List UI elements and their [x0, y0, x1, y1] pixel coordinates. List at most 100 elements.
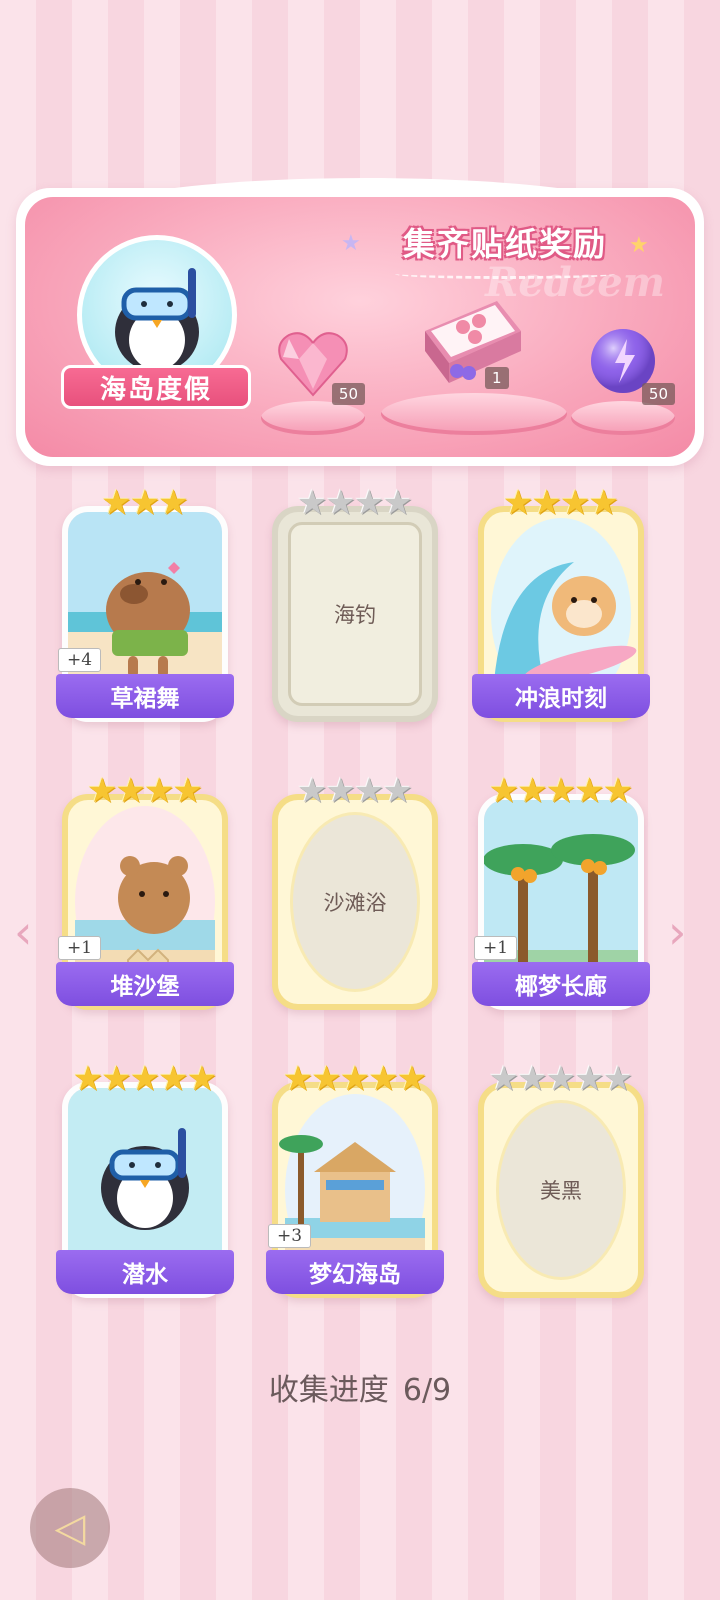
sticker-card-locked[interactable]: ★ ★ ★ ★ ★ 美黑: [478, 1062, 644, 1298]
card-name: 潜水: [122, 1261, 168, 1288]
star-empty-icon: ★: [574, 1059, 605, 1099]
star-empty-icon: ★: [354, 483, 385, 523]
star-filled-icon: ★: [282, 1059, 314, 1099]
star-filled-icon: ★: [488, 771, 520, 811]
card-name: 草裙舞: [110, 685, 180, 712]
star-filled-icon: ★: [115, 771, 146, 811]
locked-card-name: 沙滩浴: [323, 891, 387, 915]
card-name-label: 草裙舞: [56, 674, 234, 718]
locked-card-name: 美黑: [540, 1179, 582, 1203]
reward-heart-gem[interactable]: 50: [261, 315, 365, 435]
duplicate-count-badge: +1: [474, 936, 518, 960]
duplicate-count-badge: +4: [58, 648, 102, 672]
back-arrow-icon: ◁: [54, 1505, 86, 1551]
banner-title-underline: [395, 269, 615, 279]
sticker-card[interactable]: ★ ★ ★ +4 草裙舞: [56, 486, 234, 722]
banner-inner: Redeem ★ ★ 集齐贴纸奖励 海岛度假 50 1 50: [25, 197, 695, 457]
star-empty-icon: ★: [297, 483, 328, 523]
star-filled-icon: ★: [101, 1059, 132, 1099]
star-rating: ★ ★ ★ ★ ★: [478, 774, 644, 808]
star-rating: ★ ★ ★ ★: [272, 486, 438, 520]
star-rating: ★ ★ ★ ★ ★: [478, 1062, 644, 1096]
sticker-card[interactable]: ★ ★ ★ ★ ★ 潜水: [56, 1062, 234, 1298]
star-filled-icon: ★: [186, 1059, 218, 1099]
star-filled-icon: ★: [158, 1059, 189, 1099]
card-name: 梦幻海岛: [309, 1261, 401, 1288]
locked-slot: 海钓: [288, 522, 422, 706]
star-rating: ★ ★ ★ ★ ★: [62, 1062, 228, 1096]
star-filled-icon: ★: [101, 483, 132, 523]
star-empty-icon: ★: [517, 1059, 548, 1099]
progress-label: 收集进度: [268, 1373, 389, 1408]
star-filled-icon: ★: [503, 483, 534, 523]
card-name-label: 堆沙堡: [56, 962, 234, 1006]
duplicate-count-badge: +3: [268, 1224, 312, 1248]
banner-title-wrap: 集齐贴纸奖励: [355, 217, 655, 267]
star-rating: ★ ★ ★ ★ ★: [272, 1062, 438, 1096]
reward-gift-box[interactable]: 1: [381, 285, 567, 435]
banner-title: 集齐贴纸奖励: [402, 225, 607, 263]
star-filled-icon: ★: [129, 1059, 161, 1099]
star-empty-icon: ★: [325, 771, 356, 811]
star-filled-icon: ★: [560, 483, 591, 523]
reward-banner: Redeem ★ ★ 集齐贴纸奖励 海岛度假 50 1 50: [16, 178, 704, 466]
star-filled-icon: ★: [311, 1059, 342, 1099]
star-filled-icon: ★: [144, 771, 175, 811]
card-name: 椰梦长廊: [515, 973, 607, 1000]
gift-box-icon: [425, 301, 521, 383]
sticker-card-locked[interactable]: ★ ★ ★ ★ 沙滩浴: [272, 774, 438, 1010]
star-rating: ★ ★ ★ ★: [62, 774, 228, 808]
reward-count: 1: [485, 367, 509, 389]
star-empty-icon: ★: [354, 771, 385, 811]
star-empty-icon: ★: [325, 483, 356, 523]
collection-progress: 收集进度 6/9: [0, 1365, 720, 1409]
theme-emblem[interactable]: 海岛度假: [61, 235, 251, 409]
locked-card-name: 海钓: [334, 603, 376, 627]
reward-pedestal: [381, 393, 567, 435]
star-filled-icon: ★: [517, 771, 548, 811]
star-filled-icon: ★: [574, 771, 605, 811]
star-filled-icon: ★: [158, 483, 189, 523]
reward-pedestal: [261, 401, 365, 435]
card-name: 冲浪时刻: [515, 685, 607, 712]
back-button[interactable]: ◁: [30, 1488, 110, 1568]
star-empty-icon: ★: [602, 1059, 634, 1099]
sticker-card[interactable]: ★ ★ ★ ★ +1 堆沙堡: [56, 774, 234, 1010]
star-filled-icon: ★: [172, 771, 203, 811]
sticker-card[interactable]: ★ ★ ★ ★ ★ +3 梦幻海岛: [266, 1062, 444, 1298]
card-name-label: 冲浪时刻: [472, 674, 650, 718]
star-rating: ★ ★ ★ ★: [478, 486, 644, 520]
star-filled-icon: ★: [531, 483, 562, 523]
star-empty-icon: ★: [382, 771, 413, 811]
duplicate-count-badge: +1: [58, 936, 102, 960]
star-empty-icon: ★: [545, 1059, 577, 1099]
star-rating: ★ ★ ★ ★: [272, 774, 438, 808]
locked-slot: 美黑: [496, 1100, 626, 1280]
star-rating: ★ ★ ★: [62, 486, 228, 520]
star-empty-icon: ★: [488, 1059, 520, 1099]
star-filled-icon: ★: [396, 1059, 428, 1099]
star-empty-icon: ★: [297, 771, 328, 811]
reward-count: 50: [331, 383, 365, 405]
card-name-label: 梦幻海岛: [266, 1250, 444, 1294]
star-filled-icon: ★: [368, 1059, 399, 1099]
next-page-arrow-icon[interactable]: ›: [668, 905, 686, 959]
sticker-card[interactable]: ★ ★ ★ ★ 冲浪时刻: [472, 486, 650, 722]
star-filled-icon: ★: [129, 483, 161, 523]
sticker-card[interactable]: ★ ★ ★ ★ ★ +1 椰梦长廊: [472, 774, 650, 1010]
card-name-label: 椰梦长廊: [472, 962, 650, 1006]
theme-name: 海岛度假: [99, 374, 212, 405]
star-filled-icon: ★: [72, 1059, 104, 1099]
star-filled-icon: ★: [545, 771, 577, 811]
locked-slot: 沙滩浴: [290, 812, 420, 992]
theme-name-ribbon: 海岛度假: [61, 365, 251, 409]
reward-energy-orb[interactable]: 50: [571, 315, 675, 435]
card-name-label: 潜水: [56, 1250, 234, 1294]
star-empty-icon: ★: [382, 483, 413, 523]
sticker-card-locked[interactable]: ★ ★ ★ ★ 海钓: [272, 486, 438, 722]
reward-pedestal: [571, 401, 675, 435]
progress-value: 6/9: [402, 1373, 452, 1408]
previous-page-arrow-icon[interactable]: ‹: [14, 905, 32, 959]
star-filled-icon: ★: [339, 1059, 371, 1099]
locked-card-frame: 美黑: [478, 1082, 644, 1298]
